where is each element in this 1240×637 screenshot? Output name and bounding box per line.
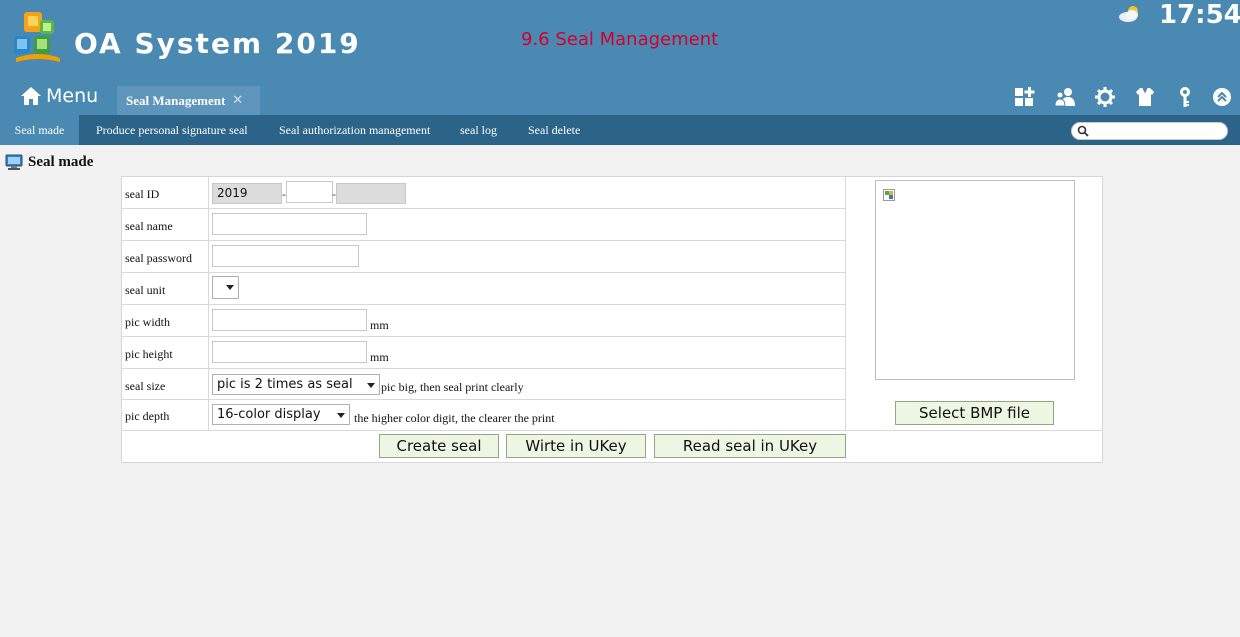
- computer-icon: [5, 154, 23, 170]
- row-divider: [122, 368, 845, 369]
- nav-seal-made[interactable]: Seal made: [0, 115, 79, 145]
- seal-preview-box: [875, 180, 1075, 380]
- seal-password-label: seal password: [125, 251, 192, 265]
- row-divider: [122, 399, 845, 400]
- pic-depth-select[interactable]: 16-color display: [212, 404, 350, 425]
- pic-width-unit: mm: [370, 318, 389, 332]
- shirt-icon[interactable]: [1134, 86, 1156, 108]
- seal-size-value: pic is 2 times as seal: [217, 377, 353, 392]
- row-divider: [122, 240, 845, 241]
- seal-id-middle-field[interactable]: [286, 181, 333, 203]
- seal-size-select[interactable]: pic is 2 times as seal: [212, 374, 380, 395]
- key-icon[interactable]: [1174, 86, 1196, 108]
- row-divider: [122, 336, 845, 337]
- app-logo-icon: [14, 12, 60, 62]
- add-module-icon[interactable]: [1013, 86, 1035, 108]
- pic-depth-value: 16-color display: [217, 407, 321, 422]
- row-divider: [122, 272, 845, 273]
- nav-seal-authorization[interactable]: Seal authorization management: [279, 115, 430, 145]
- app-title: OA System 2019: [74, 27, 361, 60]
- write-ukey-button[interactable]: Wirte in UKey: [506, 434, 646, 458]
- seal-id-year-field[interactable]: 2019: [212, 183, 282, 204]
- tab-seal-management[interactable]: Seal Management ✕: [117, 86, 260, 115]
- home-icon: [21, 87, 41, 105]
- menu-button[interactable]: Menu: [20, 82, 98, 110]
- menu-label: Menu: [46, 85, 99, 107]
- partly-cloudy-icon: [1119, 6, 1138, 22]
- search-input[interactable]: [1071, 122, 1228, 140]
- row-divider: [122, 208, 845, 209]
- seal-id-suffix-field[interactable]: [336, 183, 406, 204]
- seal-id-label: seal ID: [125, 187, 160, 201]
- sub-navigation: Seal made Produce personal signature sea…: [0, 115, 1240, 145]
- seal-password-input[interactable]: [212, 245, 359, 267]
- pic-depth-label: pic depth: [125, 409, 170, 423]
- pic-width-label: pic width: [125, 315, 170, 329]
- pic-height-label: pic height: [125, 347, 173, 361]
- seal-name-input[interactable]: [212, 213, 367, 235]
- column-divider: [845, 177, 846, 430]
- seal-size-hint: pic big, then seal print clearly: [381, 380, 524, 394]
- collapse-up-icon[interactable]: [1211, 86, 1233, 108]
- pic-depth-hint: the higher color digit, the clearer the …: [354, 411, 555, 425]
- create-seal-button[interactable]: Create seal: [379, 434, 499, 458]
- document-heading: 9.6 Seal Management: [521, 29, 719, 50]
- chevron-down-icon: [226, 285, 234, 290]
- page-title: Seal made: [28, 154, 94, 170]
- seal-unit-label: seal unit: [125, 283, 166, 297]
- broken-image-icon: [883, 189, 895, 201]
- nav-seal-log[interactable]: seal log: [460, 115, 497, 145]
- gear-icon[interactable]: [1094, 86, 1116, 108]
- chevron-down-icon: [367, 383, 375, 388]
- seal-size-label: seal size: [125, 379, 166, 393]
- nav-produce-signature-seal[interactable]: Produce personal signature seal: [96, 115, 248, 145]
- chevron-down-icon: [337, 413, 345, 418]
- pic-height-input[interactable]: [212, 341, 367, 363]
- seal-form: seal ID 2019 - - seal name seal password…: [121, 176, 1103, 463]
- clock: 17:54: [1159, 0, 1240, 30]
- pic-width-input[interactable]: [212, 309, 367, 331]
- pic-height-unit: mm: [370, 350, 389, 364]
- seal-unit-select[interactable]: [212, 276, 239, 299]
- search-icon: [1077, 125, 1089, 137]
- top-bar: OA System 2019 9.6 Seal Management 17:54…: [0, 0, 1240, 115]
- row-divider: [122, 430, 1102, 431]
- close-tab-icon[interactable]: ✕: [232, 93, 243, 108]
- tab-label: Seal Management: [126, 92, 226, 108]
- seal-name-label: seal name: [125, 219, 173, 233]
- nav-seal-delete[interactable]: Seal delete: [528, 115, 580, 145]
- users-icon[interactable]: [1054, 86, 1076, 108]
- read-ukey-button[interactable]: Read seal in UKey: [654, 434, 846, 458]
- select-bmp-button[interactable]: Select BMP file: [895, 401, 1054, 425]
- row-divider: [122, 304, 845, 305]
